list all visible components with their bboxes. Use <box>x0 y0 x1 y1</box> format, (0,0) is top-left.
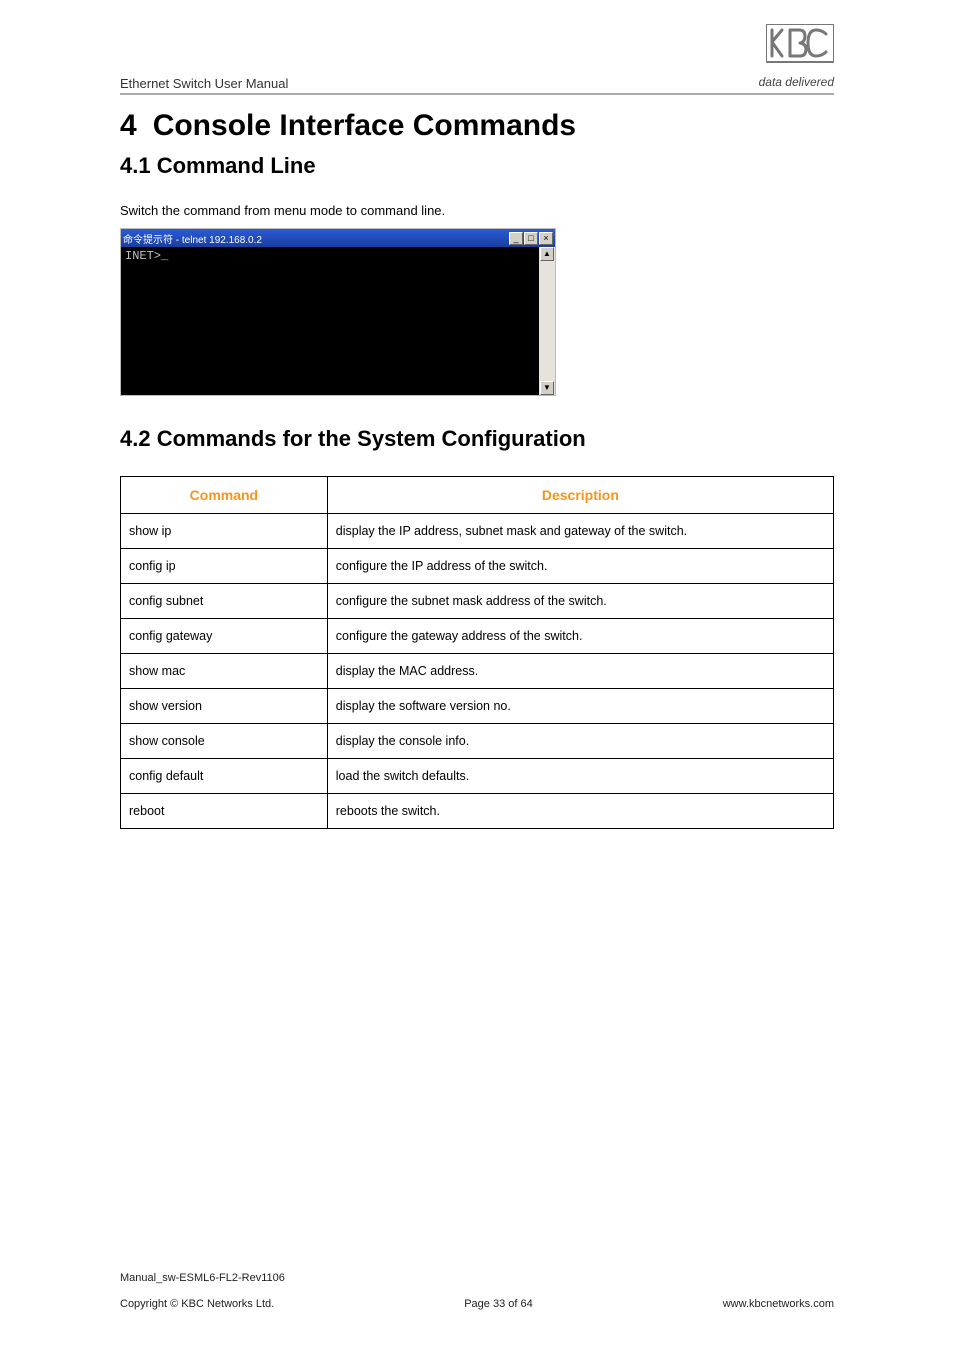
page-number: Page 33 of 64 <box>464 1298 533 1310</box>
desc-cell: display the software version no. <box>327 689 833 724</box>
cmd-cell: show version <box>121 689 328 724</box>
chapter-title: Console Interface Commands <box>153 109 576 142</box>
table-row: config ip configure the IP address of th… <box>121 549 834 584</box>
cmd-cell: config subnet <box>121 584 328 619</box>
table-row: reboot reboots the switch. <box>121 794 834 829</box>
desc-cell: reboots the switch. <box>327 794 833 829</box>
maximize-icon: □ <box>524 232 538 245</box>
table-row: show version display the software versio… <box>121 689 834 724</box>
chapter-heading: 4 Console Interface Commands <box>120 109 834 143</box>
commands-table: Command Description show ip display the … <box>120 476 834 829</box>
table-row: show ip display the IP address, subnet m… <box>121 514 834 549</box>
brand-block: data delivered <box>759 24 834 91</box>
page-header: Ethernet Switch User Manual data deliver… <box>120 24 834 95</box>
desc-cell: load the switch defaults. <box>327 759 833 794</box>
table-row: config gateway configure the gateway add… <box>121 619 834 654</box>
copyright-text: Copyright © KBC Networks Ltd. <box>120 1298 274 1310</box>
th-description: Description <box>327 477 833 514</box>
page-footer: Manual_sw-ESML6-FL2-Rev1106 Copyright © … <box>120 1272 834 1310</box>
cmd-cell: config ip <box>121 549 328 584</box>
switch-command-text: Switch the command from menu mode to com… <box>120 203 834 218</box>
cmd-cell: show mac <box>121 654 328 689</box>
minimize-icon: _ <box>509 232 523 245</box>
desc-cell: display the console info. <box>327 724 833 759</box>
window-buttons: _ □ × <box>509 232 553 245</box>
desc-cell: display the MAC address. <box>327 654 833 689</box>
terminal-screenshot: 命令提示符 - telnet 192.168.0.2 _ □ × INET>_ … <box>120 228 556 396</box>
table-row: show mac display the MAC address. <box>121 654 834 689</box>
terminal-prompt: INET>_ <box>125 249 168 263</box>
th-command: Command <box>121 477 328 514</box>
table-row: config default load the switch defaults. <box>121 759 834 794</box>
terminal-titlebar: 命令提示符 - telnet 192.168.0.2 _ □ × <box>121 229 555 247</box>
manual-id: Manual_sw-ESML6-FL2-Rev1106 <box>120 1272 834 1284</box>
desc-cell: configure the gateway address of the swi… <box>327 619 833 654</box>
scroll-up-icon: ▲ <box>540 247 554 261</box>
desc-cell: display the IP address, subnet mask and … <box>327 514 833 549</box>
terminal-scrollbar: ▲ ▼ <box>539 247 555 395</box>
table-header-row: Command Description <box>121 477 834 514</box>
table-row: config subnet configure the subnet mask … <box>121 584 834 619</box>
desc-cell: configure the IP address of the switch. <box>327 549 833 584</box>
scroll-down-icon: ▼ <box>540 381 554 395</box>
section-4-1-heading: 4.1 Command Line <box>120 153 834 179</box>
terminal-window-title: 命令提示符 - telnet 192.168.0.2 <box>123 231 262 246</box>
terminal-body: INET>_ <box>121 247 539 395</box>
cmd-cell: config gateway <box>121 619 328 654</box>
brand-tagline: data delivered <box>759 75 834 89</box>
section-4-2-heading: 4.2 Commands for the System Configuratio… <box>120 426 834 452</box>
kbc-logo-icon <box>766 24 834 73</box>
close-icon: × <box>539 232 553 245</box>
doc-title: Ethernet Switch User Manual <box>120 76 288 91</box>
cmd-cell: reboot <box>121 794 328 829</box>
cmd-cell: show console <box>121 724 328 759</box>
table-row: show console display the console info. <box>121 724 834 759</box>
desc-cell: configure the subnet mask address of the… <box>327 584 833 619</box>
cmd-cell: show ip <box>121 514 328 549</box>
chapter-number: 4 <box>120 109 137 142</box>
cmd-cell: config default <box>121 759 328 794</box>
footer-url: www.kbcnetworks.com <box>723 1298 834 1310</box>
